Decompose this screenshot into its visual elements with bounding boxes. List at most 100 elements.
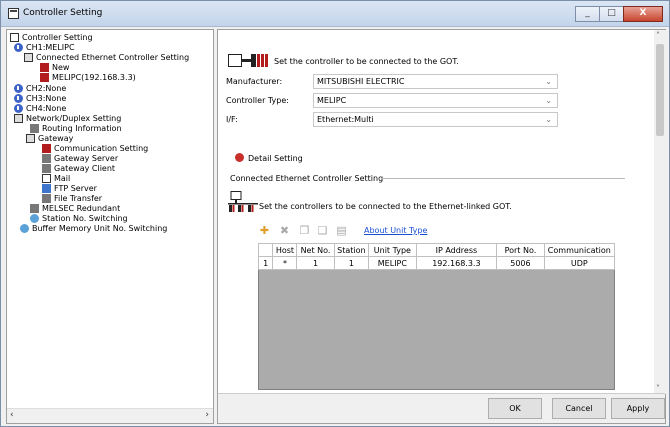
scroll-left-icon[interactable]: ‹ (10, 410, 14, 420)
copy-icon[interactable]: ❐ (298, 224, 311, 237)
table-header-row: Host Net No. Station Unit Type IP Addres… (257, 243, 616, 257)
scroll-up-icon[interactable]: ˄ (656, 31, 660, 40)
detail-setting-toggle[interactable]: Detail Setting (248, 154, 303, 163)
ftp-icon (42, 184, 51, 193)
controller-setting-window: Controller Setting _ □ X Controller Sett… (0, 0, 670, 427)
settings-tree: Controller Setting CH1:MELIPC Connected … (6, 29, 214, 424)
server-icon (42, 154, 51, 163)
tree-node-communication-setting[interactable]: Communication Setting (42, 144, 148, 153)
cell-communication[interactable]: UDP (543, 256, 616, 270)
column-header-host[interactable]: Host (272, 243, 298, 257)
paste-icon[interactable]: ▤ (335, 224, 348, 237)
tree-node-melsec-redundant[interactable]: MELSEC Redundant (30, 204, 120, 213)
channel-icon (14, 104, 23, 113)
collapse-icon[interactable] (235, 153, 244, 162)
tree-node-station-switching[interactable]: Station No. Switching (30, 214, 128, 223)
ok-button[interactable]: OK (488, 398, 542, 419)
file-transfer-icon (42, 194, 51, 203)
if-label: I/F: (226, 115, 238, 124)
cell-port-no[interactable]: 5006 (496, 256, 545, 270)
buffer-icon (20, 224, 29, 233)
cell-host[interactable]: * (272, 256, 298, 270)
minimize-button[interactable]: _ (575, 6, 600, 22)
section-title: Connected Ethernet Controller Setting (230, 174, 384, 183)
station-icon (30, 214, 39, 223)
delete-icon[interactable]: ✖ (278, 224, 291, 237)
tree-node-file-transfer[interactable]: File Transfer (42, 194, 102, 203)
controller-table: Host Net No. Station Unit Type IP Addres… (257, 243, 616, 270)
channel-icon (14, 94, 23, 103)
controller-type-select[interactable]: MELIPC ⌄ (313, 93, 558, 108)
tree-node-ch2[interactable]: CH2:None (14, 84, 66, 93)
scroll-down-icon[interactable]: ˅ (656, 384, 660, 393)
communication-icon (42, 144, 51, 153)
tree-node-controller-setting[interactable]: Controller Setting (10, 33, 93, 42)
tree-node-gateway-client[interactable]: Gateway Client (42, 164, 115, 173)
column-header-net-no[interactable]: Net No. (296, 243, 335, 257)
tree-node-gateway-server[interactable]: Gateway Server (42, 154, 118, 163)
dialog-button-bar: OK Cancel Apply (218, 393, 665, 423)
chevron-down-icon: ⌄ (545, 96, 552, 105)
column-header-unit-type[interactable]: Unit Type (368, 243, 417, 257)
table-row[interactable]: 1 * 1 1 MELIPC 192.168.3.3 5006 UDP (257, 256, 616, 270)
app-icon (8, 8, 19, 19)
tree-node-ch1[interactable]: CH1:MELIPC (14, 43, 75, 52)
redundant-icon (30, 204, 39, 213)
cut-icon[interactable]: ❑ (316, 224, 329, 237)
ethernet-description: Set the controllers to be connected to t… (259, 202, 512, 211)
maximize-button[interactable]: □ (599, 6, 624, 22)
if-select[interactable]: Ethernet:Multi ⌄ (313, 112, 558, 127)
tree-node-mail[interactable]: Mail (42, 174, 70, 183)
device-new-icon (40, 63, 49, 72)
scrollbar-thumb[interactable] (656, 44, 664, 136)
window-title: Controller Setting (23, 8, 103, 18)
network-icon (24, 53, 33, 62)
cell-net-no[interactable]: 1 (296, 256, 335, 270)
title-bar[interactable]: Controller Setting _ □ X (1, 1, 669, 27)
mail-icon (42, 174, 51, 183)
tree-node-connected-ethernet[interactable]: Connected Ethernet Controller Setting (24, 53, 189, 62)
gateway-icon (26, 134, 35, 143)
chevron-down-icon: ⌄ (545, 115, 552, 124)
column-header-station[interactable]: Station (333, 243, 370, 257)
add-icon[interactable]: ✚ (258, 224, 271, 237)
tree-node-gateway[interactable]: Gateway (26, 134, 73, 143)
tree-node-routing[interactable]: Routing Information (30, 124, 122, 133)
tree-node-new[interactable]: New (40, 63, 69, 72)
cancel-button[interactable]: Cancel (552, 398, 606, 419)
tree-node-ch3[interactable]: CH3:None (14, 94, 66, 103)
column-header-index (257, 243, 274, 257)
tree-node-ftp-server[interactable]: FTP Server (42, 184, 97, 193)
column-header-communication[interactable]: Communication (543, 243, 616, 257)
panel-vertical-scrollbar[interactable]: ˄ ˅ (654, 30, 666, 394)
about-unit-type-link[interactable]: About Unit Type (364, 226, 427, 235)
tree-node-ch4[interactable]: CH4:None (14, 104, 66, 113)
column-header-ip-address[interactable]: IP Address (415, 243, 498, 257)
tree-horizontal-scrollbar[interactable]: ‹ › (7, 408, 213, 423)
ethernet-controllers-icon (228, 191, 258, 212)
section-divider (381, 178, 625, 179)
settings-panel: Set the controller to be connected to th… (217, 29, 666, 424)
scroll-right-icon[interactable]: › (205, 410, 209, 420)
tree-node-network-duplex[interactable]: Network/Duplex Setting (14, 114, 121, 123)
network-icon (14, 114, 23, 123)
pc-icon (10, 33, 19, 42)
controller-icon (228, 54, 268, 67)
chevron-down-icon: ⌄ (545, 77, 552, 86)
apply-button[interactable]: Apply (611, 398, 665, 419)
close-button[interactable]: X (623, 6, 663, 22)
device-icon (40, 73, 49, 82)
manufacturer-label: Manufacturer: (226, 77, 283, 86)
tree-node-buffer-memory[interactable]: Buffer Memory Unit No. Switching (20, 224, 167, 233)
column-header-port-no[interactable]: Port No. (496, 243, 545, 257)
client-icon (42, 164, 51, 173)
cell-ip-address[interactable]: 192.168.3.3 (415, 256, 498, 270)
routing-icon (30, 124, 39, 133)
controller-description: Set the controller to be connected to th… (274, 57, 459, 66)
cell-station[interactable]: 1 (333, 256, 370, 270)
tree-node-melipc[interactable]: MELIPC(192.168.3.3) (40, 73, 136, 82)
channel-icon (14, 84, 23, 93)
manufacturer-select[interactable]: MITSUBISHI ELECTRIC ⌄ (313, 74, 558, 89)
controller-type-label: Controller Type: (226, 96, 289, 105)
cell-unit-type[interactable]: MELIPC (368, 256, 417, 270)
